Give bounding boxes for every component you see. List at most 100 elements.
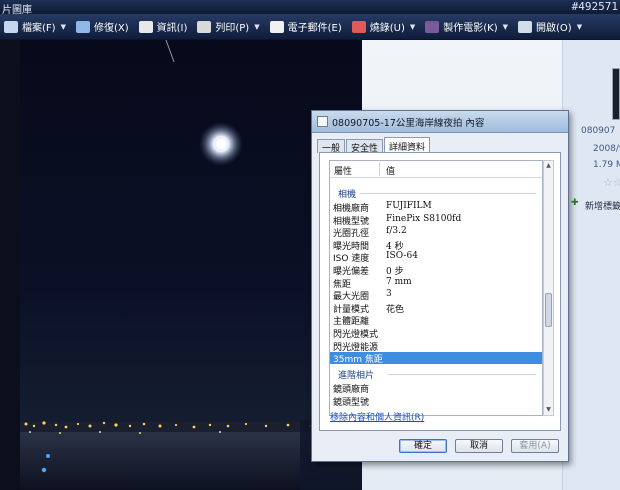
property-name: 鏡頭廠商 <box>333 385 370 395</box>
apply-button[interactable]: 套用(A) <box>511 439 559 453</box>
property-name: 閃光燈能源 <box>333 342 379 353</box>
property-value: 4 秒 <box>386 241 404 252</box>
column-value[interactable]: 值 <box>386 164 395 177</box>
property-name: 光圈孔徑 <box>333 229 370 240</box>
thumb-filename: 080907 <box>581 126 616 136</box>
rating-stars[interactable]: ☆☆ <box>603 176 620 189</box>
burn-disc-icon <box>351 20 366 33</box>
tab-general[interactable]: 一般 <box>317 139 346 154</box>
property-row[interactable]: 鏡頭廠商 <box>330 382 542 395</box>
thumb-date: 2008/9, <box>593 144 620 154</box>
property-row[interactable]: 相機廠商 FUJIFILM <box>330 201 542 214</box>
window-code: #492571 <box>571 0 618 13</box>
property-row[interactable]: 相機型號 FinePix S8100fd <box>330 213 542 227</box>
property-name: 曝光偏差 <box>333 267 370 277</box>
property-value: FinePix S8100fd <box>386 213 462 224</box>
toolbar-item-5[interactable]: 燒錄(U) ▼ <box>348 17 422 37</box>
dialog-titlebar: 08090705-17公里海岸線夜拍 內容 <box>312 111 568 133</box>
properties-dialog: 08090705-17公里海岸線夜拍 內容 一般 安全性 詳細資料 屬性 值 相… <box>311 110 569 462</box>
add-tag-link[interactable]: 新增標籤 <box>585 199 620 212</box>
group-divider <box>360 193 536 194</box>
property-row[interactable]: 計量模式 花色 <box>330 302 542 315</box>
property-name: 焦距 <box>333 279 352 290</box>
property-value: 7 mm <box>386 276 412 287</box>
window-titlebar: 片圖庫 #492571 <box>0 0 620 16</box>
property-name: 最大光圈 <box>333 292 370 303</box>
property-value: FUJIFILM <box>386 201 432 211</box>
email-icon <box>269 20 284 33</box>
property-name: ISO 速度 <box>333 254 370 265</box>
chevron-down-icon: ▼ <box>254 22 260 31</box>
property-row[interactable]: 曝光偏差 0 步 <box>330 264 542 277</box>
group-label: 相機 <box>338 190 357 200</box>
toolbar-label: 修復(X) <box>93 23 129 34</box>
toolbar-label: 開啟(O) <box>536 23 572 34</box>
toolbar-label: 製作電影(K) <box>443 23 498 34</box>
toolbar-item-3[interactable]: 列印(P) ▼ <box>193 17 265 37</box>
ok-button[interactable]: 確定 <box>399 439 447 453</box>
list-scrollbar[interactable]: ▲ ▼ <box>543 160 554 416</box>
info-icon <box>138 20 153 33</box>
property-row[interactable]: 主體距離 <box>330 314 542 328</box>
property-name: 計量模式 <box>333 304 370 315</box>
tab-security[interactable]: 安全性 <box>346 139 384 154</box>
thumb-size: 1.79 MB <box>593 160 620 170</box>
property-name: 35mm 焦距 <box>333 355 383 366</box>
dialog-title: 08090705-17公里海岸線夜拍 內容 <box>332 118 485 129</box>
property-row[interactable]: ISO 速度 ISO-64 <box>330 251 542 265</box>
tab-details[interactable]: 詳細資料 <box>384 137 431 153</box>
document-icon <box>317 116 328 127</box>
open-folder-icon <box>518 20 533 33</box>
toolbar-label: 檔案(F) <box>22 23 56 34</box>
toolbar-label: 燒錄(U) <box>369 23 405 34</box>
property-value: 0 步 <box>386 267 404 277</box>
property-row[interactable]: 光圈孔徑 f/3.2 <box>330 226 542 240</box>
toolbar-item-0[interactable]: 檔案(F) ▼ <box>0 17 72 37</box>
left-edge <box>0 40 20 490</box>
photo-gallery-window: 片圖庫 #492571 檔案(F) ▼ 修復(X) 資訊(I) 列印(P) ▼ 電子郵件(E… <box>0 0 620 490</box>
file-icon <box>4 20 18 33</box>
column-property[interactable]: 屬性 <box>334 164 352 177</box>
property-row[interactable]: 閃光燈模式 <box>330 327 542 340</box>
group-divider <box>388 374 536 375</box>
property-row[interactable]: 曝光時間 4 秒 <box>330 239 542 252</box>
chevron-down-icon: ▼ <box>409 22 416 31</box>
property-row[interactable]: 最大光圈 3 <box>330 289 542 303</box>
property-list: 屬性 值 相機 相機廠商 FUJIFILM 相機型號 FinePix S8100fd 光圈… <box>329 160 543 416</box>
toolbar-item-7[interactable]: 開啟(O) ▼ <box>514 17 588 37</box>
toolbar-label: 列印(P) <box>215 23 250 34</box>
toolbar-item-1[interactable]: 修復(X) <box>72 17 135 37</box>
toolbar-label: 電子郵件(E) <box>287 23 342 34</box>
toolbar-label: 資訊(I) <box>156 23 188 34</box>
scroll-thumb[interactable] <box>545 293 552 327</box>
property-name: 鏡頭型號 <box>333 397 370 408</box>
property-row[interactable]: 焦距 7 mm <box>330 276 542 290</box>
chevron-down-icon: ▼ <box>60 22 66 31</box>
property-row[interactable]: 35mm 焦距 <box>330 352 542 366</box>
list-header: 屬性 值 <box>330 161 542 178</box>
toolbar-item-6[interactable]: 製作電影(K) ▼ <box>421 17 514 37</box>
remove-properties-link[interactable]: 移除內容和個人資訊(R) <box>330 410 424 423</box>
group-label: 進階相片 <box>338 371 375 381</box>
toolbar-item-2[interactable]: 資訊(I) <box>135 17 194 37</box>
toolbar-item-4[interactable]: 電子郵件(E) <box>266 17 348 37</box>
cancel-button[interactable]: 取消 <box>455 439 503 453</box>
chevron-down-icon: ▼ <box>502 22 509 31</box>
toolbar: 檔案(F) ▼ 修復(X) 資訊(I) 列印(P) ▼ 電子郵件(E) 燒錄(U) ▼ 製作電影(… <box>0 14 620 40</box>
photo-thumbnail[interactable] <box>612 68 620 120</box>
movie-icon <box>425 20 440 33</box>
scroll-down-icon[interactable]: ▼ <box>544 405 553 415</box>
property-row[interactable]: 鏡頭型號 <box>330 395 542 408</box>
property-name: 主體距離 <box>333 317 370 328</box>
property-value: f/3.2 <box>386 226 407 237</box>
add-tag-icon[interactable]: ✚ <box>571 198 579 208</box>
printer-icon <box>197 20 212 33</box>
scroll-up-icon[interactable]: ▲ <box>544 161 553 171</box>
property-name: 曝光時間 <box>333 241 370 252</box>
chevron-down-icon: ▼ <box>576 22 583 31</box>
property-value: 花色 <box>386 304 405 315</box>
property-name: 相機廠商 <box>333 204 370 214</box>
details-panel: 屬性 值 相機 相機廠商 FUJIFILM 相機型號 FinePix S8100fd 光圈… <box>319 152 561 431</box>
property-value: ISO-64 <box>386 251 418 262</box>
property-row[interactable]: 閃光燈能源 <box>330 340 542 353</box>
